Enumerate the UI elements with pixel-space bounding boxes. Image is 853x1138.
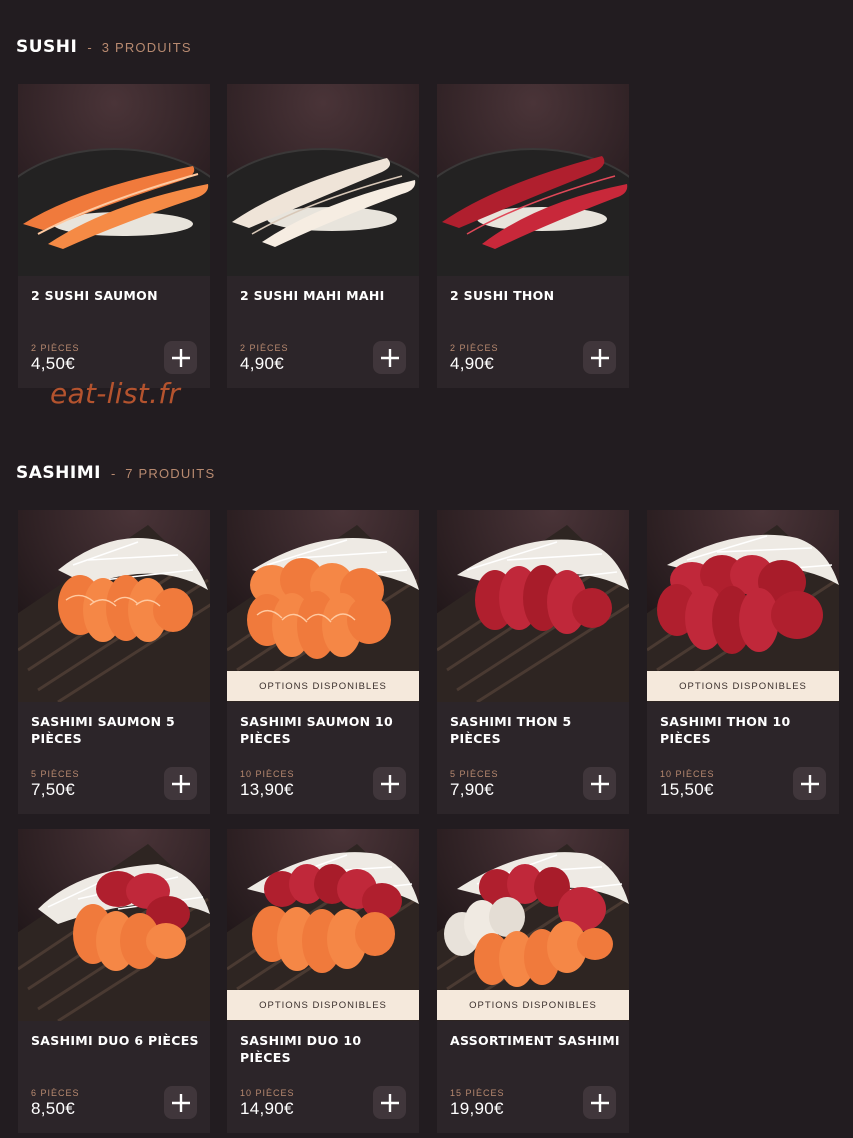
product-price: 15,50€ [660, 780, 714, 799]
add-to-cart-button[interactable] [373, 1086, 406, 1119]
product-name: 2 SUSHI SAUMON [31, 288, 158, 303]
add-to-cart-button[interactable] [164, 341, 197, 374]
section-header-sashimi: SASHIMI - 7 PRODUITS [16, 463, 215, 483]
plus-icon [380, 348, 399, 367]
product-price: 8,50€ [31, 1099, 76, 1118]
add-to-cart-button[interactable] [373, 767, 406, 800]
options-available-badge: OPTIONS DISPONIBLES [647, 671, 839, 701]
options-available-badge: OPTIONS DISPONIBLES [227, 671, 419, 701]
product-price: 14,90€ [240, 1099, 294, 1118]
plus-icon [590, 774, 609, 793]
product-name: SASHIMI THON 5 PIÈCES [450, 714, 572, 746]
product-price: 4,90€ [240, 354, 285, 373]
plus-icon [171, 348, 190, 367]
product-name: SASHIMI SAUMON 5 PIÈCES [31, 714, 176, 746]
product-card[interactable]: 2 SUSHI MAHI MAHI 2 PIÈCES 4,90€ [227, 84, 419, 388]
product-name: ASSORTIMENT SASHIMI [450, 1033, 620, 1048]
add-to-cart-button[interactable] [583, 1086, 616, 1119]
add-to-cart-button[interactable] [373, 341, 406, 374]
add-to-cart-button[interactable] [164, 1086, 197, 1119]
product-quantity: 5 PIÈCES [31, 769, 80, 779]
product-card[interactable]: OPTIONS DISPONIBLES SASHIMI THON 10 PIÈC… [647, 510, 839, 814]
product-quantity: 15 PIÈCES [450, 1088, 505, 1098]
product-card[interactable]: SASHIMI SAUMON 5 PIÈCES 5 PIÈCES 7,50€ [18, 510, 210, 814]
sashimi-salmon-image [18, 510, 210, 702]
product-price: 4,50€ [31, 354, 76, 373]
sushi-salmon-image [18, 84, 210, 276]
product-price: 7,50€ [31, 780, 76, 799]
plus-icon [171, 1093, 190, 1112]
product-name: SASHIMI SAUMON 10 PIÈCES [240, 714, 394, 746]
product-quantity: 10 PIÈCES [240, 769, 295, 779]
plus-icon [171, 774, 190, 793]
product-card[interactable]: 2 SUSHI THON 2 PIÈCES 4,90€ [437, 84, 629, 388]
plus-icon [800, 774, 819, 793]
product-price: 7,90€ [450, 780, 495, 799]
product-quantity: 10 PIÈCES [660, 769, 715, 779]
add-to-cart-button[interactable] [793, 767, 826, 800]
sushi-mahi-mahi-image [227, 84, 419, 276]
section-header-sushi: SUSHI - 3 PRODUITS [16, 37, 192, 57]
product-quantity: 6 PIÈCES [31, 1088, 80, 1098]
section-count: 7 PRODUITS [125, 466, 216, 481]
product-name: SASHIMI THON 10 PIÈCES [660, 714, 791, 746]
product-card[interactable]: OPTIONS DISPONIBLES SASHIMI SAUMON 10 PI… [227, 510, 419, 814]
plus-icon [590, 1093, 609, 1112]
product-card[interactable]: SASHIMI THON 5 PIÈCES 5 PIÈCES 7,90€ [437, 510, 629, 814]
product-price: 19,90€ [450, 1099, 504, 1118]
plus-icon [380, 1093, 399, 1112]
product-card[interactable]: OPTIONS DISPONIBLES ASSORTIMENT SASHIMI … [437, 829, 629, 1133]
section-separator: - [110, 466, 116, 481]
sashimi-duo-image [18, 829, 210, 1021]
watermark: eat-list.fr [50, 377, 181, 410]
add-to-cart-button[interactable] [164, 767, 197, 800]
plus-icon [380, 774, 399, 793]
product-name: SASHIMI DUO 6 PIÈCES [31, 1033, 199, 1048]
options-available-badge: OPTIONS DISPONIBLES [227, 990, 419, 1020]
product-quantity: 2 PIÈCES [31, 343, 80, 353]
product-card[interactable]: 2 SUSHI SAUMON 2 PIÈCES 4,50€ [18, 84, 210, 388]
product-name: 2 SUSHI MAHI MAHI [240, 288, 385, 303]
section-title: SASHIMI [16, 463, 101, 483]
product-quantity: 2 PIÈCES [240, 343, 289, 353]
product-name: SASHIMI DUO 10 PIÈCES [240, 1033, 362, 1065]
product-quantity: 10 PIÈCES [240, 1088, 295, 1098]
product-price: 13,90€ [240, 780, 294, 799]
plus-icon [590, 348, 609, 367]
product-quantity: 5 PIÈCES [450, 769, 499, 779]
sashimi-tuna-image [437, 510, 629, 702]
product-price: 4,90€ [450, 354, 495, 373]
product-name: 2 SUSHI THON [450, 288, 555, 303]
product-card[interactable]: SASHIMI DUO 6 PIÈCES 6 PIÈCES 8,50€ [18, 829, 210, 1133]
product-card[interactable]: OPTIONS DISPONIBLES SASHIMI DUO 10 PIÈCE… [227, 829, 419, 1133]
section-count: 3 PRODUITS [101, 40, 192, 55]
product-quantity: 2 PIÈCES [450, 343, 499, 353]
add-to-cart-button[interactable] [583, 341, 616, 374]
section-separator: - [87, 40, 92, 55]
section-title: SUSHI [16, 37, 78, 57]
sushi-tuna-image [437, 84, 629, 276]
options-available-badge: OPTIONS DISPONIBLES [437, 990, 629, 1020]
add-to-cart-button[interactable] [583, 767, 616, 800]
